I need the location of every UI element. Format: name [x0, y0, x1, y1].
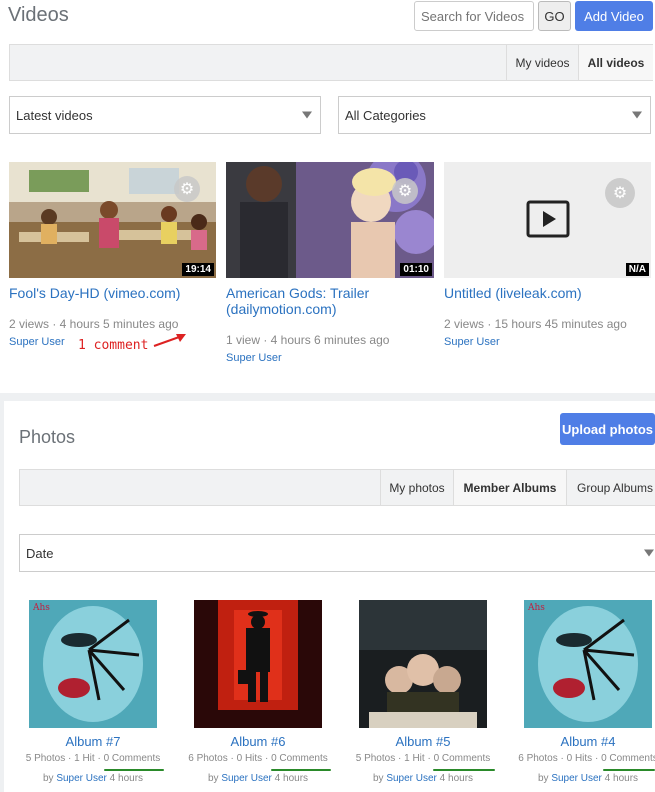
tab-group-albums[interactable]: Group Albums	[566, 470, 655, 505]
album-hits: 1 Hit	[404, 753, 425, 764]
album-author: by Super User 4 hours	[509, 773, 655, 784]
annotation-arrow-icon	[153, 334, 186, 347]
video-duration: 01:10	[400, 263, 432, 276]
video-thumbnail[interactable]: ⚙ 19:14	[9, 162, 216, 278]
album-time: 4 hours	[439, 773, 474, 784]
album-user-link[interactable]: Super User	[221, 773, 272, 784]
comments-underline	[104, 769, 164, 771]
videos-tab-bar: My videos All videos	[9, 44, 653, 81]
video-title-link[interactable]: Fool's Day-HD (vimeo.com)	[9, 285, 216, 301]
video-sort-select[interactable]: Latest videos	[9, 96, 321, 134]
album-meta: 5 Photos · 1 Hit · 0 Comments	[25, 753, 161, 764]
gear-icon[interactable]: ⚙	[605, 178, 635, 208]
album-hits: 1 Hit	[74, 753, 95, 764]
album-cover-image: Ahs	[524, 600, 652, 728]
comments-underline	[433, 769, 495, 771]
photo-sort-value: Date	[26, 545, 54, 561]
tab-my-photos[interactable]: My photos	[380, 470, 453, 505]
play-icon	[526, 200, 570, 238]
video-thumbnail[interactable]: ⚙ N/A	[444, 162, 651, 278]
album-comments: 0 Comments	[271, 753, 328, 764]
video-category-select[interactable]: All Categories	[338, 96, 651, 134]
section-divider	[0, 393, 655, 401]
album-time: 4 hours	[604, 773, 639, 784]
album-photo-count: 5 Photos	[355, 753, 396, 764]
album-hits: 0 Hits	[566, 753, 593, 764]
video-title-link[interactable]: American Gods: Trailer (dailymotion.com)	[226, 285, 426, 317]
chevron-down-icon	[644, 549, 654, 557]
album-author: by Super User 4 hours	[344, 773, 502, 784]
tab-member-albums[interactable]: Member Albums	[453, 470, 566, 505]
video-meta: 2 views · 4 hours 5 minutes ago	[9, 317, 179, 331]
tab-my-videos[interactable]: My videos	[506, 45, 578, 80]
album-card[interactable]: Album #6 6 Photos · 0 Hits · 0 Comments …	[179, 600, 337, 784]
album-author: by Super User 4 hours	[14, 773, 172, 784]
video-title-link[interactable]: Untitled (liveleak.com)	[444, 285, 651, 301]
album-comments: 0 Comments	[601, 753, 655, 764]
album-cover-image	[194, 600, 322, 728]
album-card[interactable]: Ahs Album #7 5 Photos · 1 Hit · 0 Commen…	[14, 600, 172, 784]
album-meta: 6 Photos · 0 Hits · 0 Comments	[188, 753, 328, 764]
photo-sort-select[interactable]: Date	[19, 534, 655, 572]
album-time: 4 hours	[274, 773, 309, 784]
album-by-label: by	[207, 773, 219, 784]
chevron-down-icon	[632, 111, 642, 119]
album-cover-image: Ahs	[29, 600, 157, 728]
video-meta: 1 view · 4 hours 6 minutes ago	[226, 333, 390, 347]
photos-title: Photos	[19, 427, 76, 447]
album-user-link[interactable]: Super User	[56, 773, 107, 784]
video-user-link[interactable]: Super User	[226, 352, 282, 364]
album-card[interactable]: Ahs Album #4 6 Photos · 0 Hits · 0 Comme…	[509, 600, 655, 784]
video-user-link[interactable]: Super User	[9, 336, 65, 348]
album-card[interactable]: Album #5 5 Photos · 1 Hit · 0 Comments b…	[344, 600, 502, 784]
album-author: by Super User 4 hours	[179, 773, 337, 784]
video-thumbnail[interactable]: ⚙ 01:10	[226, 162, 434, 278]
album-hits: 0 Hits	[236, 753, 263, 764]
gear-icon[interactable]: ⚙	[174, 176, 200, 202]
comment-annotation: 1 comment	[78, 338, 149, 353]
album-meta: 6 Photos · 0 Hits · 0 Comments	[509, 753, 655, 764]
album-photo-count: 6 Photos	[518, 753, 558, 764]
comments-underline	[271, 769, 331, 771]
svg-text:Ahs: Ahs	[32, 603, 50, 613]
video-category-value: All Categories	[345, 107, 426, 123]
album-time: 4 hours	[109, 773, 144, 784]
album-comments: 0 Comments	[433, 753, 491, 764]
album-photo-count: 6 Photos	[188, 753, 228, 764]
videos-title: Videos	[8, 4, 69, 26]
photos-tab-bar: My photos Member Albums Group Albums	[19, 469, 655, 506]
album-user-link[interactable]: Super User	[551, 773, 602, 784]
album-name-link[interactable]: Album #5	[344, 734, 502, 749]
gear-icon[interactable]: ⚙	[392, 178, 418, 204]
upload-photos-button[interactable]: Upload photos	[560, 413, 655, 445]
album-photo-count: 5 Photos	[25, 753, 66, 764]
svg-text:Ahs: Ahs	[527, 603, 545, 613]
video-duration: N/A	[625, 263, 649, 276]
video-sort-value: Latest videos	[16, 107, 93, 123]
tab-all-videos[interactable]: All videos	[578, 45, 653, 80]
go-button[interactable]: GO	[538, 1, 571, 31]
album-comments: 0 Comments	[103, 753, 161, 764]
album-name-link[interactable]: Album #4	[509, 734, 655, 749]
video-meta: 2 views · 15 hours 45 minutes ago	[444, 317, 627, 331]
album-by-label: by	[537, 773, 549, 784]
album-meta: 5 Photos · 1 Hit · 0 Comments	[355, 753, 491, 764]
album-by-label: by	[42, 773, 54, 784]
album-cover-image	[359, 600, 487, 728]
comments-underline	[603, 769, 655, 771]
chevron-down-icon	[302, 111, 312, 119]
photos-left-border	[0, 393, 4, 792]
add-video-button[interactable]: Add Video	[575, 1, 653, 31]
video-duration: 19:14	[182, 263, 214, 276]
video-user-link[interactable]: Super User	[444, 336, 500, 348]
album-user-link[interactable]: Super User	[386, 773, 437, 784]
album-name-link[interactable]: Album #6	[179, 734, 337, 749]
album-name-link[interactable]: Album #7	[14, 734, 172, 749]
search-videos-input[interactable]	[414, 1, 534, 31]
album-by-label: by	[372, 773, 384, 784]
